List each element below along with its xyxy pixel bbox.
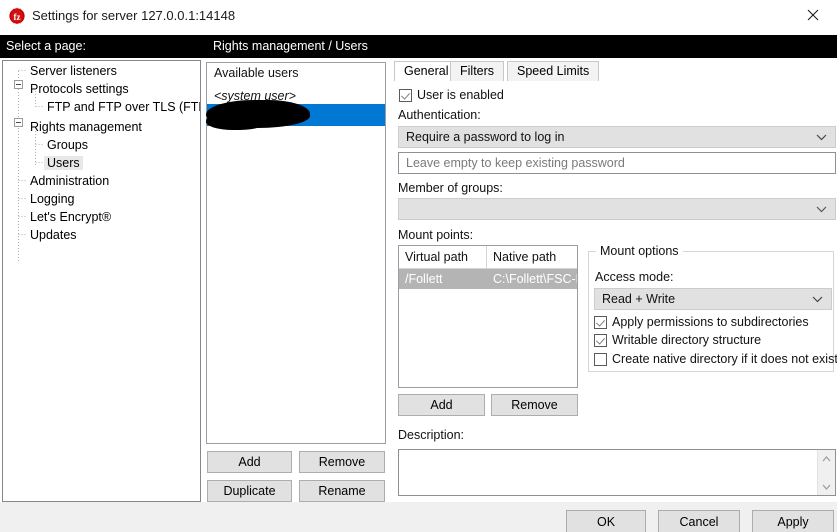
sidebar-item-groups[interactable]: Groups (44, 136, 91, 154)
cell-native-path: C:\Follett\FSC-P (493, 272, 578, 286)
sidebar-item-server-listeners[interactable]: Server listeners (27, 62, 120, 80)
mount-points-table[interactable]: Virtual path Native path /Follett C:\Fol… (398, 245, 578, 388)
select-a-page-header: Select a page: (0, 35, 209, 58)
access-mode-label: Access mode: (595, 270, 674, 284)
sidebar-item-label: Users (44, 156, 83, 170)
column-header-native-path[interactable]: Native path (487, 246, 577, 268)
scroll-up-icon[interactable] (818, 450, 835, 467)
svg-text:fz: fz (14, 12, 21, 22)
sidebar-item-lets-encrypt[interactable]: Let's Encrypt® (27, 208, 114, 226)
access-mode-value: Read + Write (602, 292, 676, 306)
scroll-down-icon[interactable] (818, 478, 835, 495)
available-users-list[interactable]: <system user> (207, 85, 385, 443)
expander-rights-management[interactable] (14, 118, 23, 127)
tab-underline (394, 81, 837, 82)
close-icon[interactable] (791, 0, 837, 30)
cell-virtual-path: /Follett (405, 272, 443, 286)
sidebar-item-label: Rights management (30, 120, 142, 134)
chevron-down-icon (816, 127, 827, 147)
column-header-virtual-path[interactable]: Virtual path (399, 246, 487, 268)
filezilla-icon: fz (8, 7, 26, 25)
checkbox-box (594, 316, 607, 329)
checkbox-box (594, 334, 607, 347)
member-of-groups-select[interactable] (398, 198, 836, 220)
sidebar-item-label: Let's Encrypt® (30, 210, 112, 224)
sidebar-item-updates[interactable]: Updates (27, 226, 80, 244)
add-user-button[interactable]: Add (207, 451, 292, 473)
description-label: Description: (398, 428, 464, 442)
sidebar-item-users[interactable]: Users (44, 154, 83, 172)
checkbox-label: User is enabled (417, 88, 504, 102)
tab-strip[interactable]: General Filters Speed Limits (394, 61, 837, 82)
duplicate-user-button[interactable]: Duplicate (207, 480, 292, 502)
checkbox-label: Writable directory structure (612, 333, 762, 347)
table-row[interactable]: /Follett C:\Follett\FSC-P (399, 269, 577, 289)
tab-filters[interactable]: Filters (450, 61, 505, 81)
remove-user-button[interactable]: Remove (299, 451, 385, 473)
title-bar: fz Settings for server 127.0.0.1:14148 (0, 0, 837, 34)
sidebar-item-label: Groups (47, 138, 88, 152)
chevron-down-icon (812, 289, 823, 309)
available-users-title: Available users (214, 66, 299, 80)
sidebar-item-label: Protocols settings (30, 82, 129, 96)
sidebar-item-protocols-settings[interactable]: Protocols settings (27, 80, 132, 98)
sidebar-item-label: Updates (30, 228, 77, 242)
description-textarea[interactable] (398, 449, 836, 496)
settings-page-tree[interactable]: Server listeners Protocols settings FTP … (2, 60, 201, 502)
sidebar-item-label: Logging (30, 192, 75, 206)
ok-button[interactable]: OK (566, 510, 646, 532)
tab-speed-limits[interactable]: Speed Limits (507, 61, 600, 81)
sidebar-item-label: FTP and FTP over TLS (FTPS) (47, 100, 200, 114)
chevron-down-icon (816, 199, 827, 219)
sidebar-item-label: Administration (30, 174, 110, 188)
checkbox-box (399, 89, 412, 102)
sidebar-item-logging[interactable]: Logging (27, 190, 78, 208)
cancel-button[interactable]: Cancel (658, 510, 740, 532)
rename-user-button[interactable]: Rename (299, 480, 385, 502)
apply-button[interactable]: Apply (752, 510, 834, 532)
sidebar-item-administration[interactable]: Administration (27, 172, 112, 190)
checkbox-label: Apply permissions to subdirectories (612, 315, 809, 329)
sidebar-item-ftp-and-ftp-over-tls[interactable]: FTP and FTP over TLS (FTPS) (44, 98, 200, 116)
mount-options-legend: Mount options (596, 244, 683, 258)
add-mount-point-button[interactable]: Add (398, 394, 485, 416)
sidebar-item-rights-management[interactable]: Rights management (27, 118, 145, 136)
settings-dialog: fz Settings for server 127.0.0.1:14148 S… (0, 0, 837, 532)
sidebar-item-label: Server listeners (30, 64, 117, 78)
mount-points-label: Mount points: (398, 228, 474, 242)
checkbox-box (594, 353, 607, 366)
expander-protocols-settings[interactable] (14, 80, 23, 89)
password-input[interactable]: Leave empty to keep existing password (398, 152, 836, 174)
breadcrumb: Rights management / Users (207, 35, 837, 58)
table-header-row: Virtual path Native path (399, 246, 577, 269)
member-of-groups-label: Member of groups: (398, 181, 503, 195)
authentication-value: Require a password to log in (406, 130, 565, 144)
authentication-select[interactable]: Require a password to log in (398, 126, 836, 148)
dialog-footer: OK Cancel Apply (0, 502, 837, 532)
authentication-label: Authentication: (398, 108, 481, 122)
description-scrollbar[interactable] (817, 450, 835, 495)
window-title: Settings for server 127.0.0.1:14148 (32, 8, 236, 23)
tab-general[interactable]: General (394, 61, 459, 82)
remove-mount-point-button[interactable]: Remove (491, 394, 578, 416)
checkbox-label: Create native directory if it does not e… (612, 352, 837, 366)
access-mode-select[interactable]: Read + Write (594, 288, 832, 310)
redaction-overlay (206, 112, 268, 130)
